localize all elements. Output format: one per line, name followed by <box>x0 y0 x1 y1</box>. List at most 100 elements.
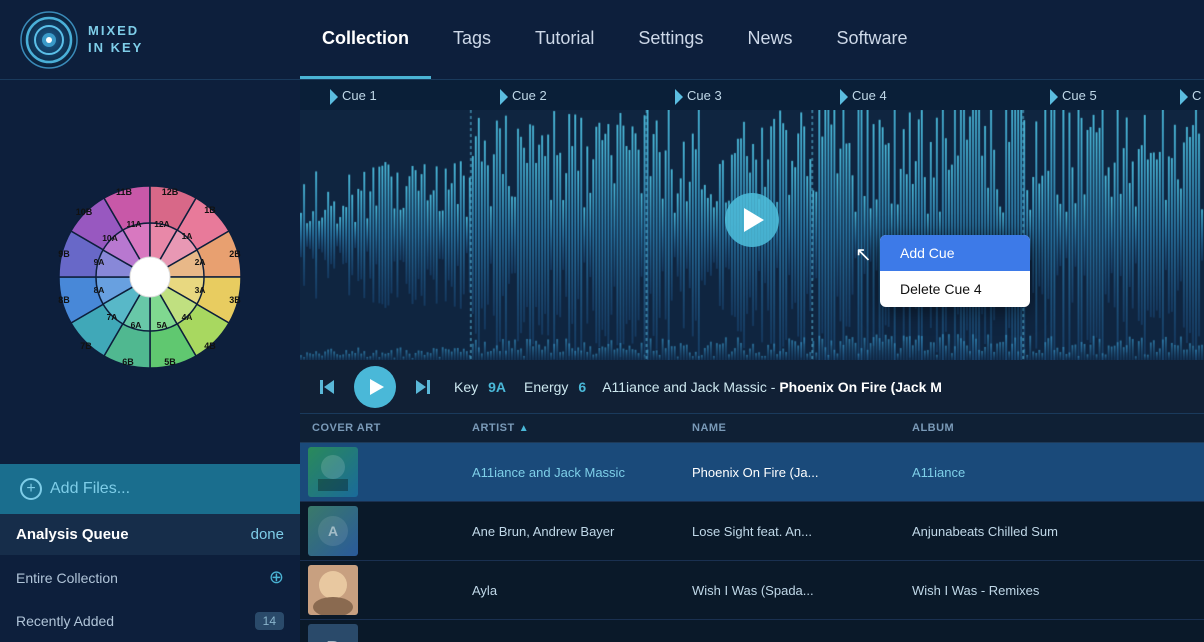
svg-text:B: B <box>327 638 340 642</box>
cover-art-image: A <box>308 506 358 556</box>
cue-flag-2 <box>500 89 508 105</box>
svg-text:A: A <box>328 523 338 539</box>
svg-text:7B: 7B <box>80 341 92 351</box>
album-cell: Wish I Was - Remixes <box>900 561 1204 619</box>
table-row[interactable]: Ayla Wish I Was (Spada... Wish I Was - R… <box>300 561 1204 620</box>
tab-settings[interactable]: Settings <box>616 0 725 79</box>
svg-text:1A: 1A <box>182 231 193 241</box>
context-menu-delete-cue[interactable]: Delete Cue 4 <box>880 271 1030 307</box>
name-cell: Pick Me (..Qu... <box>680 620 900 642</box>
cue-flag-5 <box>1050 89 1058 105</box>
svg-text:5B: 5B <box>164 357 176 367</box>
tab-collection[interactable]: Collection <box>300 0 431 79</box>
svg-text:2B: 2B <box>229 249 241 259</box>
svg-text:9A: 9A <box>94 257 105 267</box>
svg-text:6B: 6B <box>122 357 134 367</box>
cover-art-image: B <box>308 624 358 642</box>
cover-art-image <box>308 565 358 615</box>
cue-markers: Cue 1 Cue 2 Cue 3 Cue 4 Cue 5 <box>300 80 1204 110</box>
cue-marker-3[interactable]: Cue 3 <box>675 80 722 110</box>
svg-text:8A: 8A <box>94 285 105 295</box>
header-artist[interactable]: ARTIST ▲ <box>460 422 680 434</box>
tab-tutorial[interactable]: Tutorial <box>513 0 616 79</box>
waveform-area[interactable]: Cue 1 Cue 2 Cue 3 Cue 4 Cue 5 <box>300 80 1204 360</box>
context-menu: Add Cue Delete Cue 4 <box>880 235 1030 307</box>
skip-back-button[interactable] <box>316 378 342 396</box>
track-info: Key 9A Energy 6 <box>454 379 586 395</box>
cover-art-cell <box>300 561 460 619</box>
nav-tabs: Collection Tags Tutorial Settings News S… <box>300 0 930 79</box>
header-name[interactable]: NAME <box>680 422 900 434</box>
waveform-play-button[interactable] <box>725 193 779 247</box>
header: MIXED IN KEY Collection Tags Tutorial Se… <box>0 0 1204 80</box>
play-button[interactable] <box>354 366 396 408</box>
cue-flag-4 <box>840 89 848 105</box>
track-table: COVER ART ARTIST ▲ NAME ALBUM <box>300 414 1204 642</box>
cue-flag-3 <box>675 89 683 105</box>
tab-news[interactable]: News <box>725 0 814 79</box>
wheel-container: 1B 2B 3B 4B 5B 6B 7B 8B 9B 10B 11B 12B 1… <box>0 80 300 464</box>
artist-cell: Ayla <box>460 561 680 619</box>
skip-forward-button[interactable] <box>408 378 434 396</box>
album-cell: Pick Me <box>900 620 1204 642</box>
artist-cell: Ane Brun, Andrew Bayer <box>460 502 680 560</box>
svg-text:5A: 5A <box>157 320 168 330</box>
table-row[interactable]: A11iance and Jack Massic Phoenix On Fire… <box>300 443 1204 502</box>
cue-marker-2[interactable]: Cue 2 <box>500 80 547 110</box>
table-header: COVER ART ARTIST ▲ NAME ALBUM <box>300 414 1204 443</box>
cue-marker-4[interactable]: Cue 4 <box>840 80 887 110</box>
tab-tags[interactable]: Tags <box>431 0 513 79</box>
header-cover-art: COVER ART <box>300 422 460 434</box>
svg-text:3A: 3A <box>195 285 206 295</box>
svg-text:12B: 12B <box>162 187 179 197</box>
cursor: ↖ <box>855 242 872 267</box>
logo-area: MIXED IN KEY <box>20 11 300 69</box>
svg-text:10A: 10A <box>102 233 118 243</box>
svg-text:12A: 12A <box>154 219 170 229</box>
svg-text:8B: 8B <box>58 295 70 305</box>
svg-text:10B: 10B <box>76 207 93 217</box>
svg-text:2A: 2A <box>195 257 206 267</box>
artist-cell: A11iance and Jack Massic <box>460 443 680 501</box>
cover-art-image <box>308 447 358 497</box>
svg-text:3B: 3B <box>229 295 241 305</box>
sidebar: 1B 2B 3B 4B 5B 6B 7B 8B 9B 10B 11B 12B 1… <box>0 80 300 642</box>
add-collection-icon[interactable]: ⊕ <box>269 567 284 588</box>
svg-text:4B: 4B <box>204 341 216 351</box>
header-album[interactable]: ALBUM <box>900 422 1204 434</box>
name-cell: Lose Sight feat. An... <box>680 502 900 560</box>
table-row[interactable]: B B... Pick Me (..Qu... Pick Me <box>300 620 1204 642</box>
album-cell: Anjunabeats Chilled Sum <box>900 502 1204 560</box>
svg-text:1B: 1B <box>204 205 216 215</box>
svg-text:7A: 7A <box>107 312 118 322</box>
logo-icon <box>20 11 78 69</box>
sort-arrow-icon: ▲ <box>519 423 529 434</box>
plus-circle-icon: + <box>20 478 42 500</box>
recently-added-item[interactable]: Recently Added 14 <box>0 600 300 642</box>
right-panel: Cue 1 Cue 2 Cue 3 Cue 4 Cue 5 <box>300 80 1204 642</box>
cue-marker-6[interactable]: C <box>1180 80 1201 110</box>
main-content: 1B 2B 3B 4B 5B 6B 7B 8B 9B 10B 11B 12B 1… <box>0 80 1204 642</box>
cue-flag-1 <box>330 89 338 105</box>
table-row[interactable]: A Ane Brun, Andrew Bayer Lose Sight feat… <box>300 502 1204 561</box>
play-triangle-icon <box>744 208 764 232</box>
svg-text:4A: 4A <box>182 312 193 322</box>
tab-software[interactable]: Software <box>814 0 929 79</box>
svg-text:11A: 11A <box>126 219 141 229</box>
context-menu-add-cue[interactable]: Add Cue <box>880 235 1030 271</box>
entire-collection-item[interactable]: Entire Collection ⊕ <box>0 555 300 600</box>
cue-marker-1[interactable]: Cue 1 <box>330 80 377 110</box>
camelot-wheel[interactable]: 1B 2B 3B 4B 5B 6B 7B 8B 9B 10B 11B 12B 1… <box>35 162 265 392</box>
cue-marker-5[interactable]: Cue 5 <box>1050 80 1097 110</box>
cover-art-cell: A <box>300 502 460 560</box>
cover-art-cell <box>300 443 460 501</box>
artist-cell: B... <box>460 620 680 642</box>
logo-text: MIXED IN KEY <box>88 23 143 57</box>
svg-text:11B: 11B <box>116 187 133 197</box>
cover-art-cell: B <box>300 620 460 642</box>
player-bar: Key 9A Energy 6 A11iance and Jack Massic… <box>300 360 1204 414</box>
name-cell: Phoenix On Fire (Ja... <box>680 443 900 501</box>
svg-text:6A: 6A <box>131 320 142 330</box>
analysis-queue: Analysis Queue done <box>0 514 300 555</box>
add-files-button[interactable]: + Add Files... <box>0 464 300 514</box>
